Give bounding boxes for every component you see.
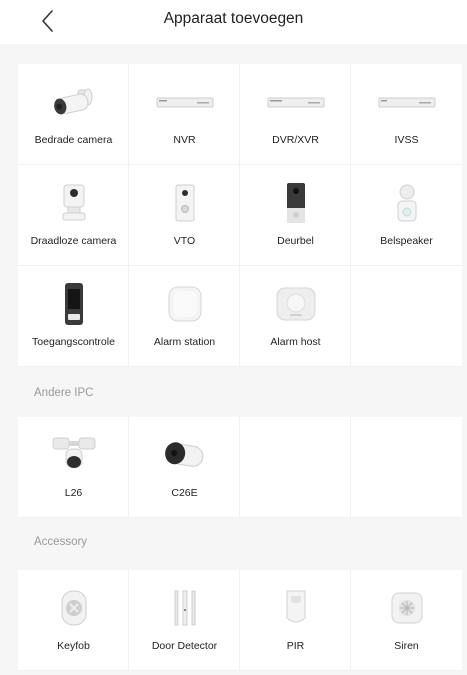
device-tile-label: Draadloze camera [30, 235, 117, 247]
device-tile-nvr[interactable]: NVR [129, 64, 240, 165]
nvr-recorder-icon [129, 80, 240, 124]
device-tile-label: Alarm host [270, 336, 321, 348]
device-tile-ivss[interactable]: IVSS [351, 64, 462, 165]
floodlight-camera-icon [18, 433, 129, 477]
mini-bullet-camera-icon [129, 433, 240, 477]
top-bar: Apparaat toevoegen [0, 0, 467, 44]
device-tile-keyfob[interactable]: Keyfob [18, 570, 129, 671]
device-tile-door-detector[interactable]: Door Detector [129, 570, 240, 671]
ipc-grid: L26 C26E [18, 417, 462, 518]
bullet-camera-icon [18, 80, 129, 124]
device-tile-label: Alarm station [153, 336, 216, 348]
device-tile-l26[interactable]: L26 [18, 417, 129, 518]
device-tile-alarm-host[interactable]: Alarm host [240, 266, 351, 367]
ivss-recorder-icon [351, 80, 462, 124]
device-tile-label: IVSS [394, 134, 419, 146]
device-tile-label: DVR/XVR [272, 134, 319, 146]
device-tile-deurbel[interactable]: Deurbel [240, 165, 351, 266]
device-tile-label: Deurbel [277, 235, 314, 247]
pir-sensor-icon [240, 586, 351, 630]
accessory-grid: Keyfob Door Detector PIR Siren [18, 570, 462, 671]
device-tile-label: VTO [173, 235, 196, 247]
device-tile-label: Bedrade camera [34, 134, 113, 146]
page-title: Apparaat toevoegen [163, 10, 304, 27]
doorbell-icon [240, 181, 351, 225]
section-header-accessory: Accessory [18, 518, 462, 566]
siren-icon [351, 586, 462, 630]
device-tile-label: Toegangscontrole [32, 336, 115, 348]
device-tile-label: Door Detector [151, 640, 218, 652]
device-tile-bedrade-camera[interactable]: Bedrade camera [18, 64, 129, 165]
device-tile-label: Siren [394, 640, 419, 652]
keyfob-icon [18, 586, 129, 630]
alarm-station-icon [129, 282, 240, 326]
device-tile-c26e[interactable]: C26E [129, 417, 240, 518]
empty-tile [240, 417, 351, 518]
device-tile-pir[interactable]: PIR [240, 570, 351, 671]
device-tile-belspeaker[interactable]: Belspeaker [351, 165, 462, 266]
device-tile-label: L26 [64, 487, 83, 499]
alarm-host-icon [240, 282, 351, 326]
section-title: Accessory [34, 536, 88, 548]
section-title: Andere IPC [34, 387, 94, 399]
section-header-andere-ipc: Andere IPC [18, 369, 462, 417]
device-tile-alarm-station[interactable]: Alarm station [129, 266, 240, 367]
dvr-recorder-icon [240, 80, 351, 124]
empty-tile [351, 417, 462, 518]
door-detector-icon [129, 586, 240, 630]
device-tile-label: Keyfob [57, 640, 90, 652]
device-tile-label: C26E [171, 487, 198, 499]
device-tile-draadloze-camera[interactable]: Draadloze camera [18, 165, 129, 266]
device-tile-label: Belspeaker [380, 235, 433, 247]
device-tile-dvr-xvr[interactable]: DVR/XVR [240, 64, 351, 165]
device-tile-label: PIR [286, 640, 305, 652]
device-tile-vto[interactable]: VTO [129, 165, 240, 266]
device-tile-siren[interactable]: Siren [351, 570, 462, 671]
empty-tile [351, 266, 462, 367]
wireless-camera-icon [18, 181, 129, 225]
device-tile-label: NVR [173, 134, 196, 146]
vto-intercom-icon [129, 181, 240, 225]
access-control-icon [18, 282, 129, 326]
chime-speaker-icon [351, 181, 462, 225]
device-type-grid: Bedrade camera NVR DVR/XVR IVSS Draadloz… [18, 64, 462, 367]
device-tile-toegangscontrole[interactable]: Toegangscontrole [18, 266, 129, 367]
